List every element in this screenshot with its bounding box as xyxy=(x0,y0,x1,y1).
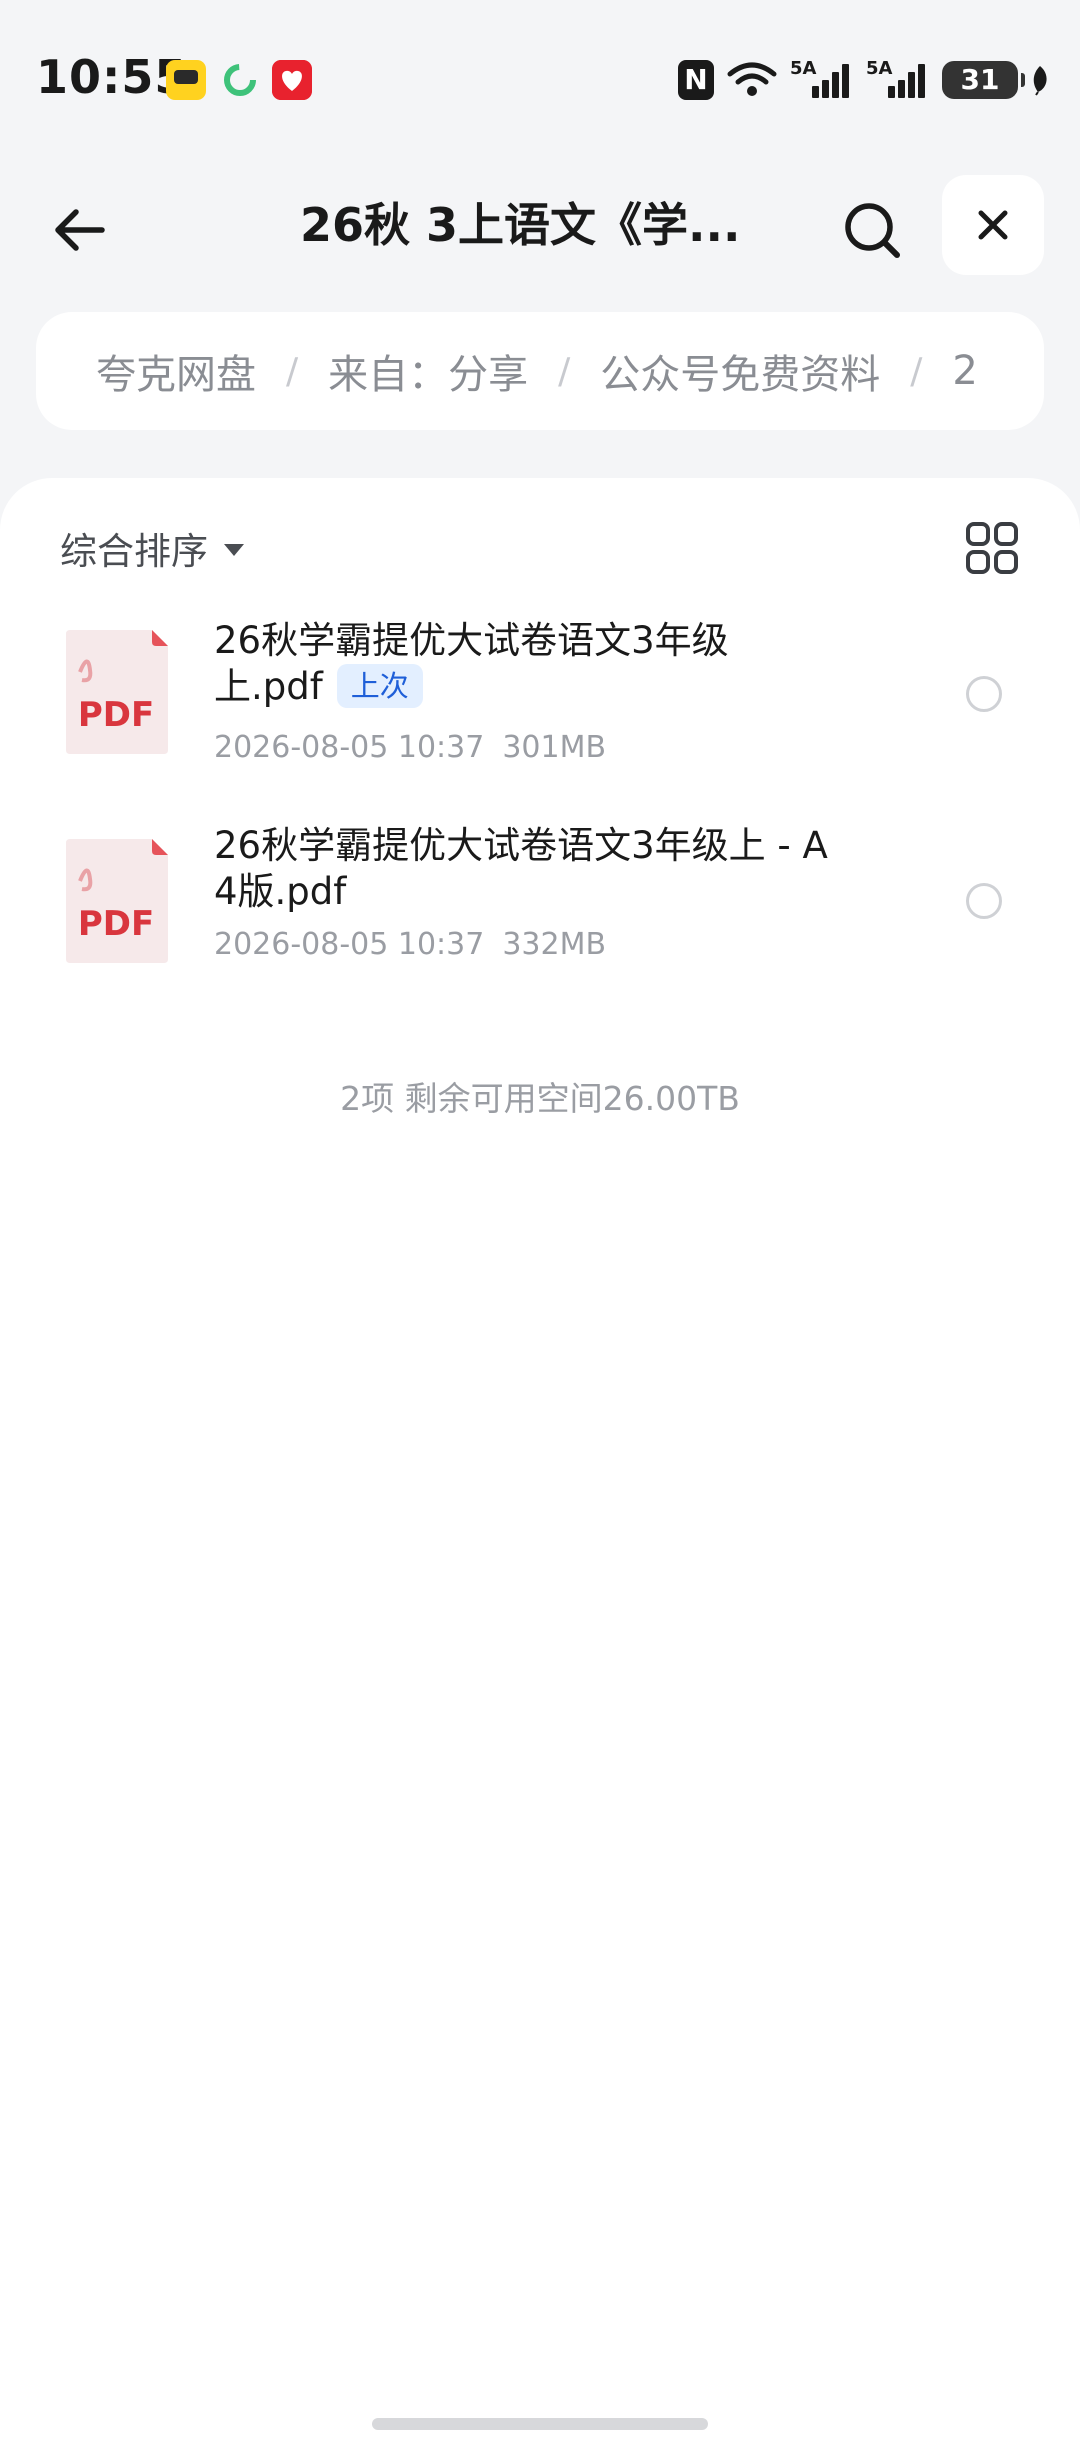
breadcrumb-separator: / xyxy=(558,350,571,392)
storage-summary: 2项 剩余可用空间26.00TB xyxy=(340,1079,740,1118)
file-name-line: 4版.pdf xyxy=(214,870,347,913)
status-time: 10:55 xyxy=(36,50,188,104)
search-icon xyxy=(845,203,900,258)
wifi-icon xyxy=(727,62,777,96)
file-row[interactable]: PDF 26秋学霸提优大试卷语文3年级 上.pdf 上次 2026-08-05 1… xyxy=(0,618,1080,798)
leaf-icon xyxy=(1033,66,1047,96)
select-radio[interactable] xyxy=(966,676,1002,712)
close-button[interactable] xyxy=(942,175,1044,275)
breadcrumb-separator: / xyxy=(910,350,923,392)
caret-down-icon xyxy=(224,544,244,556)
sort-button[interactable]: 综合排序 xyxy=(60,518,244,578)
grid-view-icon[interactable] xyxy=(962,518,1022,578)
breadcrumb-item-current[interactable]: 2 xyxy=(952,348,977,394)
file-row[interactable]: PDF 26秋学霸提优大试卷语文3年级上 - A 4版.pdf 2026-08-… xyxy=(0,823,1080,1003)
back-button[interactable] xyxy=(40,190,120,270)
page-title: 26秋 3上语文《学... xyxy=(300,198,741,252)
file-size: 301MB xyxy=(502,730,607,765)
breadcrumb: 夸克网盘 / 来自：分享 / 公众号免费资料 / 2 xyxy=(36,312,1044,430)
breadcrumb-item-quark-drive[interactable]: 夸克网盘 xyxy=(96,342,256,400)
status-bar: 10:55 N 5A 5A 31 xyxy=(0,0,1080,160)
close-icon xyxy=(978,210,1008,240)
status-icons: N 5A 5A 31 xyxy=(678,56,1050,104)
breadcrumb-item-free-resources[interactable]: 公众号免费资料 xyxy=(600,342,880,400)
file-name: 26秋学霸提优大试卷语文3年级上 - A 4版.pdf xyxy=(214,823,894,915)
file-date: 2026-08-05 10:37 xyxy=(214,927,485,962)
file-name-line: 上.pdf xyxy=(214,665,323,708)
file-name-line: 26秋学霸提优大试卷语文3年级 xyxy=(214,619,729,662)
breadcrumb-item-shared[interactable]: 来自：分享 xyxy=(328,342,528,400)
last-opened-badge: 上次 xyxy=(336,663,423,708)
arrow-left-icon xyxy=(55,209,105,251)
pdf-icon-label: PDF xyxy=(78,695,154,735)
battery-icon: 31 xyxy=(942,61,1025,99)
cell-signal-icon: 5A xyxy=(790,58,854,102)
pdf-icon-label: PDF xyxy=(78,904,154,944)
notification-app-icon xyxy=(224,64,256,96)
notification-app-icon xyxy=(272,60,312,100)
select-radio[interactable] xyxy=(966,883,1002,919)
search-button[interactable] xyxy=(832,190,912,270)
home-indicator[interactable] xyxy=(372,2418,708,2430)
app-root: 10:55 N 5A 5A 31 26秋 3上语文《学... 夸克网盘 / 来自… xyxy=(0,0,1080,2449)
pdf-file-icon: PDF xyxy=(66,630,168,754)
file-name: 26秋学霸提优大试卷语文3年级 上.pdf 上次 xyxy=(214,618,894,711)
file-date: 2026-08-05 10:37 xyxy=(214,730,485,765)
file-meta: 2026-08-05 10:37 301MB xyxy=(214,730,606,765)
cell-signal-icon: 5A xyxy=(866,58,930,102)
nfc-icon: N xyxy=(678,60,714,100)
file-size: 332MB xyxy=(502,927,607,962)
sort-label: 综合排序 xyxy=(60,530,208,573)
file-name-line: 26秋学霸提优大试卷语文3年级上 - A xyxy=(214,824,828,867)
pdf-file-icon: PDF xyxy=(66,839,168,963)
file-list-panel: 综合排序 PDF 26秋学霸提优大试卷语文3年级 上.pdf 上次 2026-08… xyxy=(0,478,1080,2449)
file-meta: 2026-08-05 10:37 332MB xyxy=(214,927,606,962)
header-bar: 26秋 3上语文《学... xyxy=(0,170,1080,280)
breadcrumb-separator: / xyxy=(286,350,299,392)
notification-app-icon xyxy=(166,60,206,100)
